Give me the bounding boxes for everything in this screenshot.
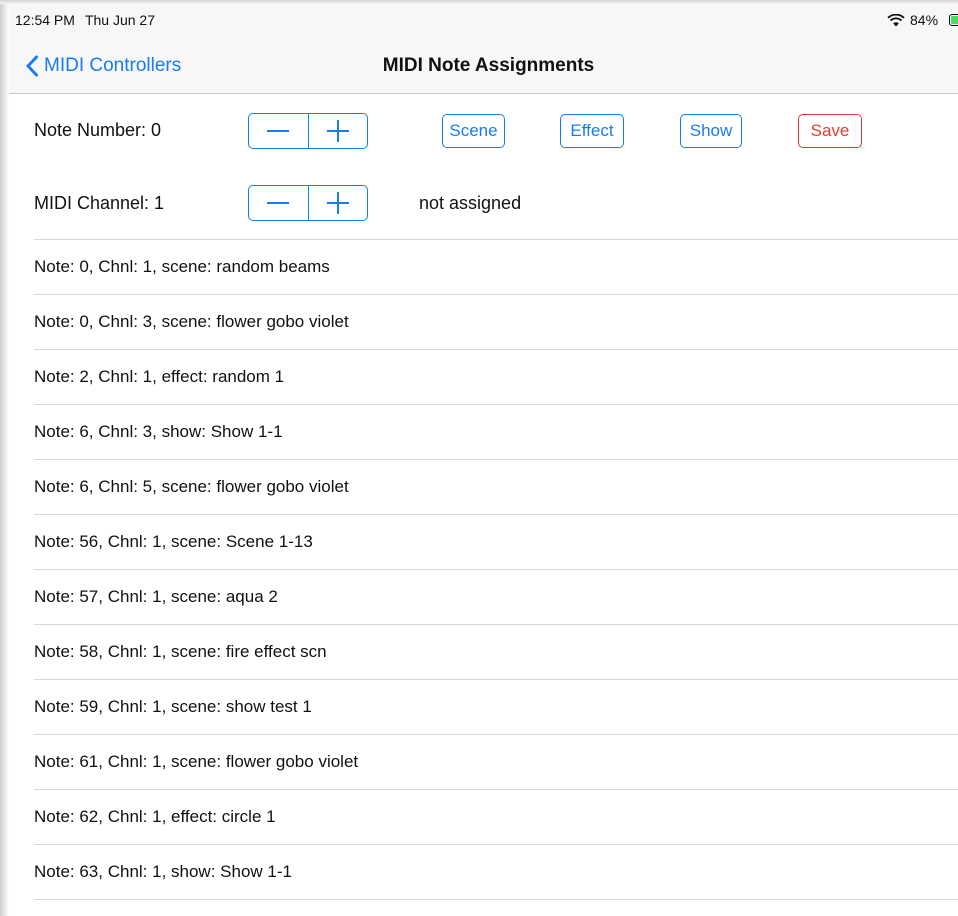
list-item[interactable]: Note: 2, Chnl: 1, effect: random 1	[34, 350, 958, 405]
note-decrement-button[interactable]	[249, 114, 308, 148]
save-button[interactable]: Save	[798, 114, 862, 148]
effect-button[interactable]: Effect	[560, 114, 624, 148]
list-item[interactable]: Note: 6, Chnl: 5, scene: flower gobo vio…	[34, 460, 958, 515]
status-date: Thu Jun 27	[84, 12, 155, 28]
status-bar: 12:54 PM Thu Jun 27 84%	[9, 4, 958, 36]
show-button[interactable]: Show	[680, 114, 742, 148]
list-item[interactable]: Note: 6, Chnl: 3, show: Show 1-1	[34, 405, 958, 460]
wifi-icon	[887, 14, 905, 27]
list-item[interactable]: Note: 0, Chnl: 1, scene: random beams	[34, 240, 958, 295]
note-number-label: Note Number: 0	[34, 120, 162, 140]
plus-icon	[326, 120, 349, 142]
navigation-bar: MIDI Controllers MIDI Note Assignments	[9, 36, 958, 94]
assignment-status: not assigned	[419, 193, 522, 213]
note-number-stepper	[248, 113, 368, 149]
list-item[interactable]: Note: 58, Chnl: 1, scene: fire effect sc…	[34, 625, 958, 680]
minus-icon	[267, 130, 290, 132]
list-item[interactable]: Note: 63, Chnl: 1, show: Show 1-1	[34, 845, 958, 900]
assignments-list: Note: 0, Chnl: 1, scene: random beams No…	[34, 239, 958, 900]
list-item[interactable]: Note: 61, Chnl: 1, scene: flower gobo vi…	[34, 735, 958, 790]
midi-channel-stepper	[248, 185, 368, 221]
device-frame-edge	[0, 0, 9, 916]
battery-percent: 84%	[910, 12, 939, 28]
list-item[interactable]: Note: 59, Chnl: 1, scene: show test 1	[34, 680, 958, 735]
scene-button[interactable]: Scene	[442, 114, 505, 148]
list-item[interactable]: Note: 56, Chnl: 1, scene: Scene 1-13	[34, 515, 958, 570]
battery-fill	[951, 16, 958, 24]
list-item[interactable]: Note: 57, Chnl: 1, scene: aqua 2	[34, 570, 958, 625]
status-clock: 12:54 PM	[15, 12, 75, 28]
list-item[interactable]: Note: 62, Chnl: 1, effect: circle 1	[34, 790, 958, 845]
status-time: 12:54 PM Thu Jun 27	[15, 12, 155, 28]
plus-icon	[326, 192, 349, 214]
midi-channel-label: MIDI Channel: 1	[34, 193, 165, 213]
channel-increment-button[interactable]	[307, 186, 368, 220]
battery-icon	[949, 14, 958, 26]
note-increment-button[interactable]	[307, 114, 368, 148]
minus-icon	[267, 202, 290, 204]
channel-decrement-button[interactable]	[249, 186, 308, 220]
page-title: MIDI Note Assignments	[382, 55, 595, 76]
list-item[interactable]: Note: 0, Chnl: 3, scene: flower gobo vio…	[34, 295, 958, 350]
